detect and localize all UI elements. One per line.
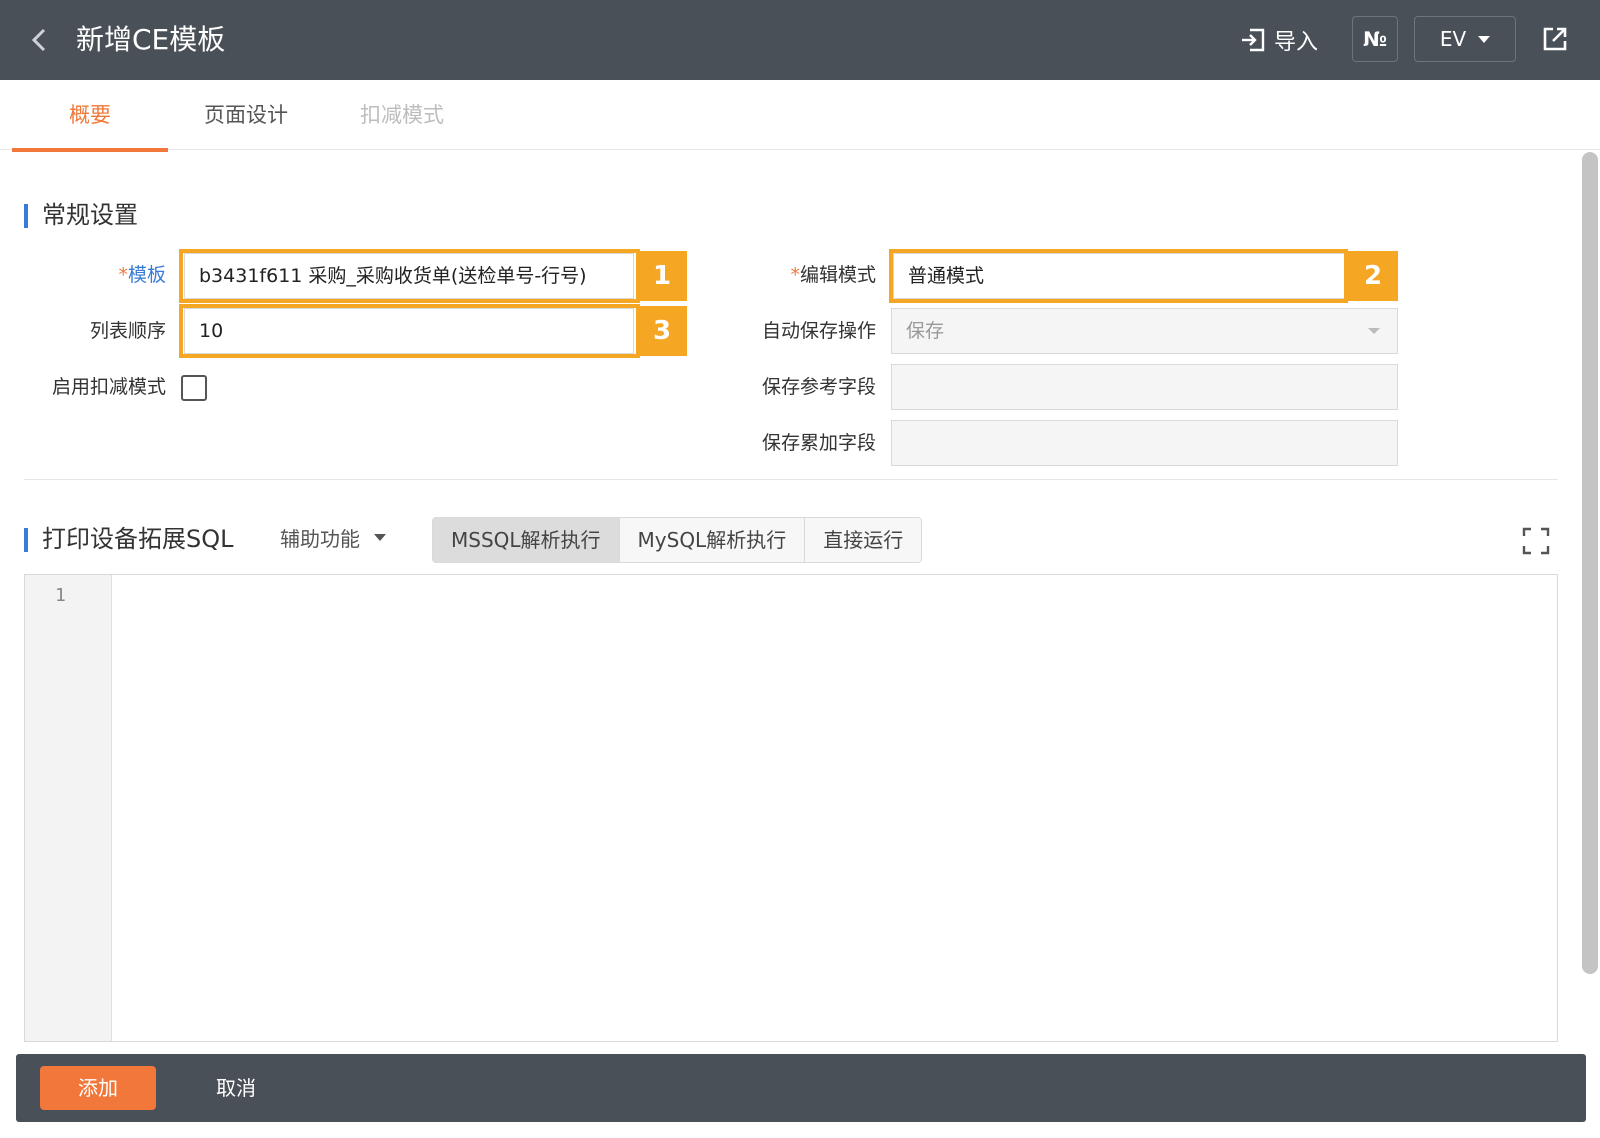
cancel-button[interactable]: 取消 — [196, 1066, 276, 1110]
section-divider — [24, 479, 1558, 480]
line-number: 1 — [55, 585, 66, 606]
import-button[interactable]: 导入 — [1240, 22, 1318, 58]
edit-mode-label: *编辑模式 — [790, 264, 876, 286]
assist-label: 辅助功能 — [280, 527, 360, 551]
environment-label: EV — [1439, 27, 1467, 51]
tab-deduction-mode: 扣减模式 — [360, 103, 444, 127]
back-arrow-icon[interactable] — [26, 26, 54, 54]
auto-save-select[interactable]: 保存 — [891, 308, 1398, 354]
add-button[interactable]: 添加 — [40, 1066, 156, 1110]
callout-badge-1: 1 — [637, 251, 687, 301]
highlight-box-1 — [179, 249, 640, 303]
callout-badge-3: 3 — [637, 306, 687, 356]
import-icon — [1242, 28, 1265, 52]
number-button[interactable]: № — [1352, 16, 1398, 62]
tab-overview[interactable]: 概要 — [12, 80, 168, 152]
list-order-label: 列表顺序 — [89, 320, 166, 342]
highlight-box-3 — [179, 304, 640, 358]
tab-bar: 概要 页面设计 扣减模式 — [0, 80, 1600, 152]
caret-down-icon — [1478, 35, 1491, 43]
callout-badge-2: 2 — [1348, 251, 1398, 301]
tab-page-design[interactable]: 页面设计 — [168, 80, 324, 150]
save-acc-label: 保存累加字段 — [761, 432, 876, 454]
sql-code-editor[interactable]: 1 — [24, 574, 1558, 1042]
open-external-icon[interactable] — [1540, 24, 1570, 54]
top-header: 新增CE模板 导入 № EV — [0, 0, 1600, 80]
import-label: 导入 — [1274, 30, 1319, 55]
number-label: № — [1362, 27, 1388, 51]
sql-run-button-group: MSSQL解析执行 MySQL解析执行 直接运行 — [432, 517, 923, 563]
auto-save-label: 自动保存操作 — [761, 320, 876, 342]
fullscreen-icon[interactable] — [1522, 527, 1550, 555]
highlight-box-2 — [889, 249, 1348, 303]
assist-dropdown[interactable]: 辅助功能 — [280, 523, 386, 552]
page-scrollbar[interactable] — [1582, 152, 1598, 974]
line-number-gutter: 1 — [25, 575, 112, 1041]
caret-down-icon — [374, 534, 386, 541]
deduction-mode-label: 启用扣减模式 — [51, 376, 166, 398]
general-settings-title: 常规设置 — [24, 200, 138, 230]
save-ref-label: 保存参考字段 — [761, 376, 876, 398]
mysql-run-button[interactable]: MySQL解析执行 — [619, 518, 806, 562]
environment-dropdown[interactable]: EV — [1414, 16, 1516, 62]
template-label: *模板 — [118, 264, 166, 286]
page-title: 新增CE模板 — [76, 23, 226, 56]
footer-action-bar: 添加 取消 — [16, 1054, 1586, 1122]
select-caret-icon — [1368, 328, 1380, 334]
deduction-mode-checkbox[interactable] — [181, 375, 207, 401]
direct-run-button[interactable]: 直接运行 — [805, 518, 922, 562]
mssql-run-button[interactable]: MSSQL解析执行 — [433, 518, 620, 562]
save-ref-input[interactable] — [891, 364, 1398, 410]
sql-section-title: 打印设备拓展SQL — [24, 524, 234, 554]
save-acc-input[interactable] — [891, 420, 1398, 466]
